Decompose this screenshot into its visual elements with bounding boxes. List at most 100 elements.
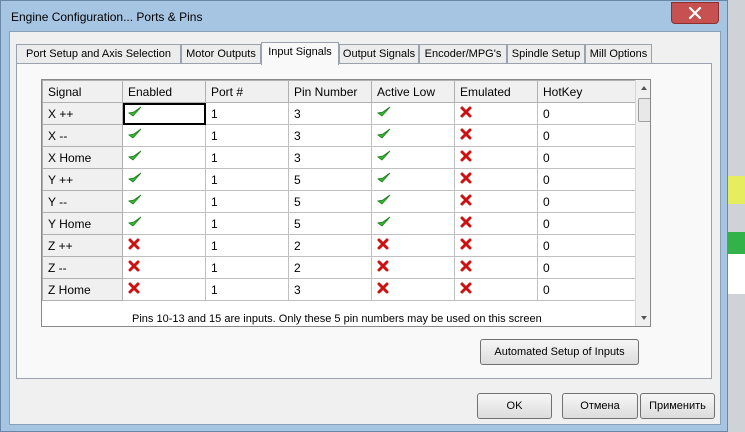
pin-number-cell[interactable]: 5 [288, 212, 372, 235]
col-header-active-low[interactable]: Active Low [371, 80, 455, 103]
emulated-cell[interactable] [454, 168, 538, 191]
col-header-port[interactable]: Port # [205, 80, 289, 103]
scroll-up-arrow[interactable] [636, 80, 650, 96]
table-row[interactable]: X -- 1 3 0 [42, 124, 636, 147]
pin-number-cell[interactable]: 5 [288, 168, 372, 191]
port-cell[interactable]: 1 [205, 168, 289, 191]
col-header-pin-number[interactable]: Pin Number [288, 80, 372, 103]
active-low-cell[interactable] [371, 168, 455, 191]
col-header-emulated[interactable]: Emulated [454, 80, 538, 103]
signal-cell: Y Home [42, 212, 123, 235]
port-cell[interactable]: 1 [205, 212, 289, 235]
table-row[interactable]: Y ++ 1 5 0 [42, 168, 636, 191]
enabled-cell[interactable] [122, 256, 206, 279]
enabled-cell[interactable] [122, 278, 206, 301]
close-button[interactable] [671, 2, 719, 24]
signal-cell: Y -- [42, 190, 123, 213]
window-title: Engine Configuration... Ports & Pins [11, 10, 203, 24]
port-cell[interactable]: 1 [205, 234, 289, 257]
active-low-cell[interactable] [371, 102, 455, 125]
tab-encoder-mpgs[interactable]: Encoder/MPG's [419, 44, 507, 64]
table-row[interactable]: X Home 1 3 0 [42, 146, 636, 169]
active-low-cell[interactable] [371, 124, 455, 147]
hotkey-cell[interactable]: 0 [537, 168, 636, 191]
active-low-cell[interactable] [371, 234, 455, 257]
port-cell[interactable]: 1 [205, 146, 289, 169]
port-cell[interactable]: 1 [205, 190, 289, 213]
tab-motor-outputs[interactable]: Motor Outputs [181, 44, 261, 64]
config-dialog: Engine Configuration... Ports & Pins Por… [0, 0, 728, 432]
col-header-hotkey[interactable]: HotKey [537, 80, 636, 103]
hotkey-cell[interactable]: 0 [537, 256, 636, 279]
tab-mill-options[interactable]: Mill Options [585, 44, 652, 64]
table-row[interactable]: X ++ 1 3 0 [42, 102, 636, 125]
signal-cell: Z -- [42, 256, 123, 279]
emulated-cell[interactable] [454, 212, 538, 235]
hotkey-cell[interactable]: 0 [537, 190, 636, 213]
emulated-cell[interactable] [454, 146, 538, 169]
pin-number-cell[interactable]: 3 [288, 124, 372, 147]
table-row[interactable]: Z -- 1 2 0 [42, 256, 636, 279]
red-x-icon [460, 150, 472, 165]
port-cell[interactable]: 1 [205, 124, 289, 147]
red-x-icon [460, 238, 472, 253]
emulated-cell[interactable] [454, 278, 538, 301]
hotkey-cell[interactable]: 0 [537, 146, 636, 169]
emulated-cell[interactable] [454, 124, 538, 147]
enabled-cell[interactable] [122, 168, 206, 191]
active-low-cell[interactable] [371, 278, 455, 301]
enabled-cell[interactable] [122, 234, 206, 257]
red-x-icon [460, 216, 472, 231]
table-row[interactable]: Z Home 1 3 0 [42, 278, 636, 301]
hotkey-cell[interactable]: 0 [537, 212, 636, 235]
emulated-cell[interactable] [454, 234, 538, 257]
table-row[interactable]: Y Home 1 5 0 [42, 212, 636, 235]
tab-output-signals[interactable]: Output Signals [339, 44, 419, 64]
hotkey-cell[interactable]: 0 [537, 102, 636, 125]
cancel-button[interactable]: Отмена [562, 393, 638, 419]
enabled-cell[interactable] [122, 124, 206, 147]
port-cell[interactable]: 1 [205, 278, 289, 301]
pin-number-cell[interactable]: 3 [288, 102, 372, 125]
automated-setup-button[interactable]: Automated Setup of Inputs [480, 339, 639, 365]
enabled-cell[interactable] [122, 102, 206, 125]
col-header-enabled[interactable]: Enabled [122, 80, 206, 103]
tab-spindle-setup[interactable]: Spindle Setup [507, 44, 585, 64]
hotkey-cell[interactable]: 0 [537, 124, 636, 147]
scroll-down-arrow[interactable] [636, 310, 650, 326]
emulated-cell[interactable] [454, 256, 538, 279]
red-x-icon [128, 282, 140, 297]
tab-port-setup[interactable]: Port Setup and Axis Selection [16, 44, 181, 64]
port-cell[interactable]: 1 [205, 256, 289, 279]
hotkey-cell[interactable]: 0 [537, 278, 636, 301]
emulated-cell[interactable] [454, 102, 538, 125]
pin-number-cell[interactable]: 2 [288, 234, 372, 257]
enabled-cell[interactable] [122, 146, 206, 169]
ok-button[interactable]: OK [477, 393, 552, 419]
apply-button[interactable]: Применить [640, 393, 715, 419]
red-x-icon [460, 282, 472, 297]
active-low-cell[interactable] [371, 256, 455, 279]
pin-number-cell[interactable]: 5 [288, 190, 372, 213]
title-bar[interactable]: Engine Configuration... Ports & Pins [1, 1, 727, 31]
scroll-thumb[interactable] [638, 98, 650, 122]
active-low-cell[interactable] [371, 212, 455, 235]
emulated-cell[interactable] [454, 190, 538, 213]
table-row[interactable]: Z ++ 1 2 0 [42, 234, 636, 257]
enabled-cell[interactable] [122, 212, 206, 235]
input-signals-grid[interactable]: Signal Enabled Port # Pin Number Active … [41, 79, 651, 327]
signal-cell: X Home [42, 146, 123, 169]
table-row[interactable]: Y -- 1 5 0 [42, 190, 636, 213]
enabled-cell[interactable] [122, 190, 206, 213]
pin-number-cell[interactable]: 3 [288, 146, 372, 169]
close-icon [688, 7, 702, 19]
active-low-cell[interactable] [371, 146, 455, 169]
active-low-cell[interactable] [371, 190, 455, 213]
col-header-signal[interactable]: Signal [42, 80, 123, 103]
port-cell[interactable]: 1 [205, 102, 289, 125]
tab-input-signals[interactable]: Input Signals [261, 42, 339, 65]
pin-number-cell[interactable]: 3 [288, 278, 372, 301]
pin-number-cell[interactable]: 2 [288, 256, 372, 279]
hotkey-cell[interactable]: 0 [537, 234, 636, 257]
grid-vertical-scrollbar[interactable] [635, 80, 650, 326]
